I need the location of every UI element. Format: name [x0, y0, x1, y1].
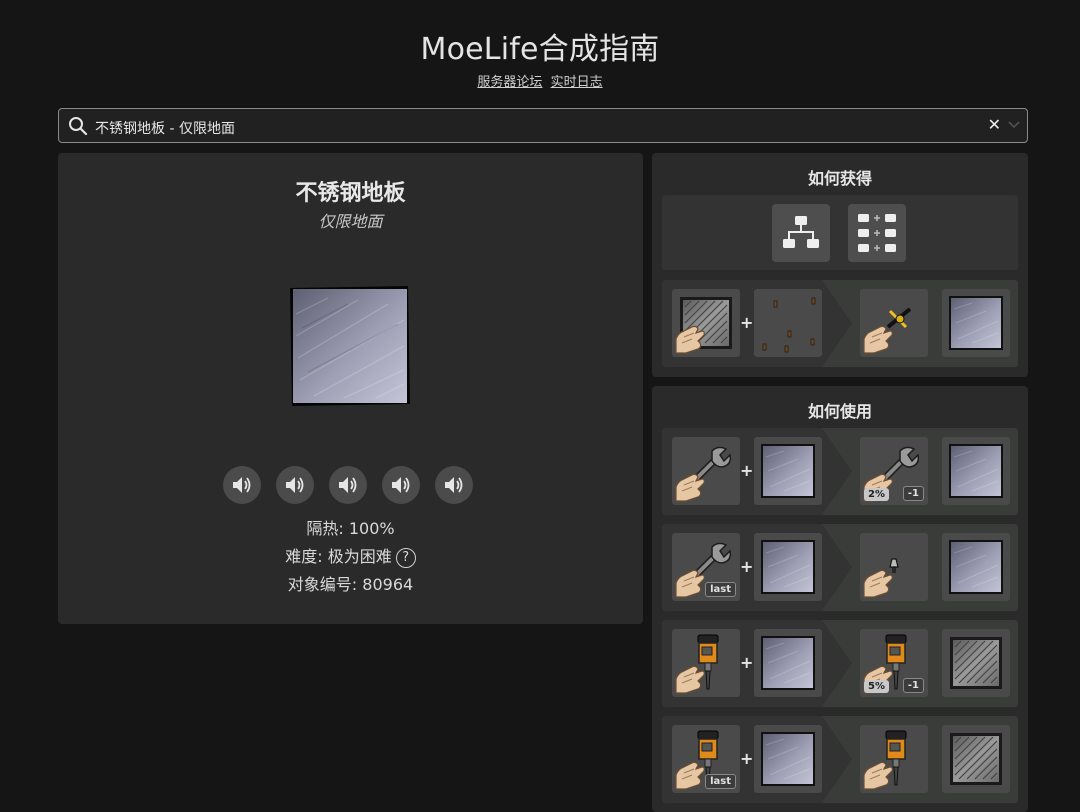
use-title: 如何使用 — [807, 402, 872, 421]
speaker-icon — [392, 477, 410, 493]
clear-icon[interactable]: ✕ — [988, 115, 1001, 134]
ingredient-target[interactable] — [754, 629, 822, 697]
result-actor[interactable] — [860, 533, 928, 601]
recipe-row: last + — [662, 524, 1018, 611]
chevron-down-icon[interactable] — [1007, 119, 1021, 131]
sound-buttons — [223, 466, 473, 504]
search-value: 不锈钢地板 - 仅限地面 — [95, 121, 235, 137]
recipe-row: + 5% -1 — [662, 620, 1018, 707]
result-target[interactable] — [942, 437, 1010, 505]
tree-icon — [783, 216, 819, 248]
object-id-value: 对象编号: 80964 — [287, 575, 414, 594]
ingredient-actor[interactable] — [672, 289, 740, 357]
header-links: 服务器论坛 实时日志 — [0, 71, 1080, 90]
page-header: MoeLife合成指南 服务器论坛 实时日志 — [0, 30, 1080, 90]
ingredient-actor[interactable]: last — [672, 725, 740, 793]
arrow-divider — [822, 280, 852, 367]
item-name: 不锈钢地板 — [295, 181, 406, 206]
help-icon[interactable]: ? — [395, 548, 416, 568]
item-subtitle: 仅限地面 — [318, 212, 383, 231]
last-badge: last — [705, 774, 736, 789]
live-log-link[interactable]: 实时日志 — [551, 75, 603, 90]
last-badge: last — [705, 582, 736, 597]
uses-badge: -1 — [902, 486, 924, 501]
sound-button[interactable] — [276, 466, 314, 504]
chance-badge: 2% — [864, 488, 889, 501]
sound-button[interactable] — [223, 466, 261, 504]
ingredient-actor[interactable] — [672, 437, 740, 505]
result-actor[interactable] — [860, 289, 928, 357]
result-target[interactable] — [942, 289, 1010, 357]
recipe-row: + 2% -1 — [662, 428, 1018, 515]
sound-button[interactable] — [435, 466, 473, 504]
plus-sign: + — [740, 749, 754, 768]
ingredient-target[interactable] — [754, 533, 822, 601]
recipe-row: + — [662, 280, 1018, 367]
item-detail-panel: 不锈钢地板 仅限地面 隔热: 100% 难度: 极为困难? 对象编号: 8096… — [58, 153, 643, 624]
ingredient-actor[interactable]: last — [672, 533, 740, 601]
difficulty-value: 难度: 极为困难 — [285, 547, 392, 566]
speaker-icon — [233, 477, 251, 493]
obtain-panel: 如何获得 + — [652, 153, 1028, 377]
plus-sign: + — [740, 461, 754, 480]
result-actor[interactable]: 2% -1 — [860, 437, 928, 505]
result-actor[interactable] — [860, 725, 928, 793]
arrow-divider — [822, 620, 852, 707]
use-panel: 如何使用 + 2% -1 last + + 5% -1 last + — [652, 386, 1028, 812]
search-icon — [69, 117, 88, 136]
arrow-divider — [822, 716, 852, 803]
obtain-title: 如何获得 — [807, 169, 872, 188]
forum-link[interactable]: 服务器论坛 — [477, 75, 542, 90]
uses-badge: -1 — [902, 678, 924, 693]
result-actor[interactable]: 5% -1 — [860, 629, 928, 697]
insulation-value: 隔热: 100% — [306, 519, 395, 538]
sound-button[interactable] — [382, 466, 420, 504]
ingredient-actor[interactable] — [672, 629, 740, 697]
plus-sign: + — [740, 557, 754, 576]
plus-sign: + — [740, 653, 754, 672]
search-box[interactable]: 不锈钢地板 - 仅限地面 ✕ — [58, 108, 1028, 143]
item-image — [290, 286, 410, 406]
item-properties: 隔热: 100% 难度: 极为困难? 对象编号: 80964 — [58, 515, 643, 599]
grid-view-button[interactable] — [848, 204, 906, 262]
result-target[interactable] — [942, 629, 1010, 697]
ingredient-target[interactable] — [754, 289, 822, 357]
speaker-icon — [445, 477, 463, 493]
tree-view-button[interactable] — [772, 204, 830, 262]
grid-recipe-icon — [858, 214, 896, 252]
speaker-icon — [286, 477, 304, 493]
recipe-row: last + — [662, 716, 1018, 803]
site-title: MoeLife合成指南 — [420, 32, 660, 67]
speaker-icon — [339, 477, 357, 493]
difficulty-row: 难度: 极为困难? — [58, 543, 643, 571]
view-toggles — [662, 195, 1018, 270]
ingredient-target[interactable] — [754, 437, 822, 505]
sound-button[interactable] — [329, 466, 367, 504]
arrow-divider — [822, 428, 852, 515]
result-target[interactable] — [942, 725, 1010, 793]
arrow-divider — [822, 524, 852, 611]
plus-sign: + — [740, 313, 754, 332]
result-target[interactable] — [942, 533, 1010, 601]
chance-badge: 5% — [864, 680, 889, 693]
ingredient-target[interactable] — [754, 725, 822, 793]
